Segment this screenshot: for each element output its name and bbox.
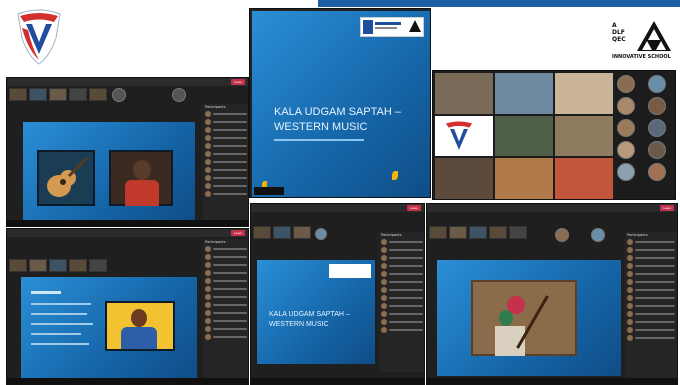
leave-button[interactable]: Leave	[407, 205, 421, 211]
leave-button[interactable]: Leave	[231, 79, 245, 85]
slide-title: KALA UDGAM SAPTAH – WESTERN MUSIC	[274, 106, 401, 133]
meeting-screenshot-guitar: Leave Participants	[6, 77, 249, 227]
participant-video	[555, 73, 613, 114]
title-slide-small: KALA UDGAM SAPTAH – WESTERN MUSIC	[257, 260, 375, 364]
person-avatar	[648, 75, 666, 93]
presenter-label	[254, 187, 284, 195]
slide-header-logos	[360, 17, 424, 37]
taskbar	[7, 378, 248, 384]
meeting-screenshot-title: Leave KALA UDGAM SAPTAH – WESTERN MUSIC …	[250, 203, 425, 385]
performer-image	[105, 301, 175, 351]
title-slide-screenshot: KALA UDGAM SAPTAH – WESTERN MUSIC	[249, 8, 431, 198]
person-avatar	[617, 119, 635, 137]
participant-video-strip	[9, 88, 107, 101]
participant-video	[495, 158, 553, 199]
participant-video	[435, 73, 493, 114]
child-performance-slide	[437, 260, 621, 376]
participants-panel: Participants	[625, 232, 677, 380]
participant-video	[435, 158, 493, 199]
slide-title: KALA UDGAM SAPTAH – WESTERN MUSIC	[269, 311, 350, 328]
gallery-view-screenshot	[432, 70, 676, 200]
participant-video	[555, 158, 613, 199]
person-avatar	[648, 97, 666, 115]
slide-performer	[21, 277, 197, 379]
guitar-image	[37, 150, 95, 206]
participant-video-strip	[253, 226, 311, 239]
triangle-school-logo: A DLF QEC INNOVATIVE SCHOOL	[612, 20, 674, 66]
taskbar	[7, 220, 248, 226]
person-avatar	[648, 163, 666, 181]
title-slide: KALA UDGAM SAPTAH – WESTERN MUSIC	[252, 11, 430, 197]
person-avatar	[172, 88, 186, 102]
school-shield-logo	[14, 8, 64, 66]
performer-image	[109, 150, 173, 206]
person-avatar	[648, 119, 666, 137]
meeting-screenshot-performer: Leave Participants	[6, 228, 249, 385]
logo-line-2: DLF	[612, 29, 625, 36]
leave-button[interactable]: Leave	[660, 205, 674, 211]
participants-panel: Participants	[203, 104, 248, 222]
teams-title-bar: Leave	[251, 204, 424, 212]
participant-video	[435, 115, 493, 157]
participants-panel: Participants	[379, 232, 424, 372]
participant-video	[495, 115, 553, 157]
logo-line-4: INNOVATIVE SCHOOL	[612, 54, 671, 60]
teams-title-bar: Leave	[7, 229, 248, 237]
decorative-leaf	[392, 171, 398, 180]
child-performance-image	[471, 280, 577, 356]
taskbar	[251, 378, 424, 384]
person-avatar	[112, 88, 126, 102]
slide-guitar	[23, 122, 195, 220]
top-banner-strip	[318, 0, 680, 7]
participant-video	[495, 73, 553, 114]
taskbar	[427, 378, 677, 384]
teams-title-bar: Leave	[427, 204, 677, 212]
teams-title-bar: Leave	[7, 78, 248, 86]
person-avatar	[591, 228, 605, 242]
person-avatar	[617, 75, 635, 93]
person-avatar	[555, 228, 569, 242]
participant-video	[555, 115, 613, 157]
logo-line-3: QEC	[612, 36, 626, 43]
person-avatar	[617, 163, 635, 181]
person-avatar	[617, 97, 635, 115]
logo-line-1: A	[612, 22, 617, 29]
leave-button[interactable]: Leave	[231, 230, 245, 236]
person-avatar	[617, 141, 635, 159]
participants-panel: Participants	[203, 239, 248, 379]
slide-subtitle-bar	[274, 139, 364, 141]
meeting-screenshot-child: Leave Participants	[426, 203, 678, 385]
person-avatar	[648, 141, 666, 159]
participant-video-strip	[429, 226, 527, 239]
person-avatar	[315, 228, 327, 240]
participant-video-strip	[9, 259, 107, 272]
